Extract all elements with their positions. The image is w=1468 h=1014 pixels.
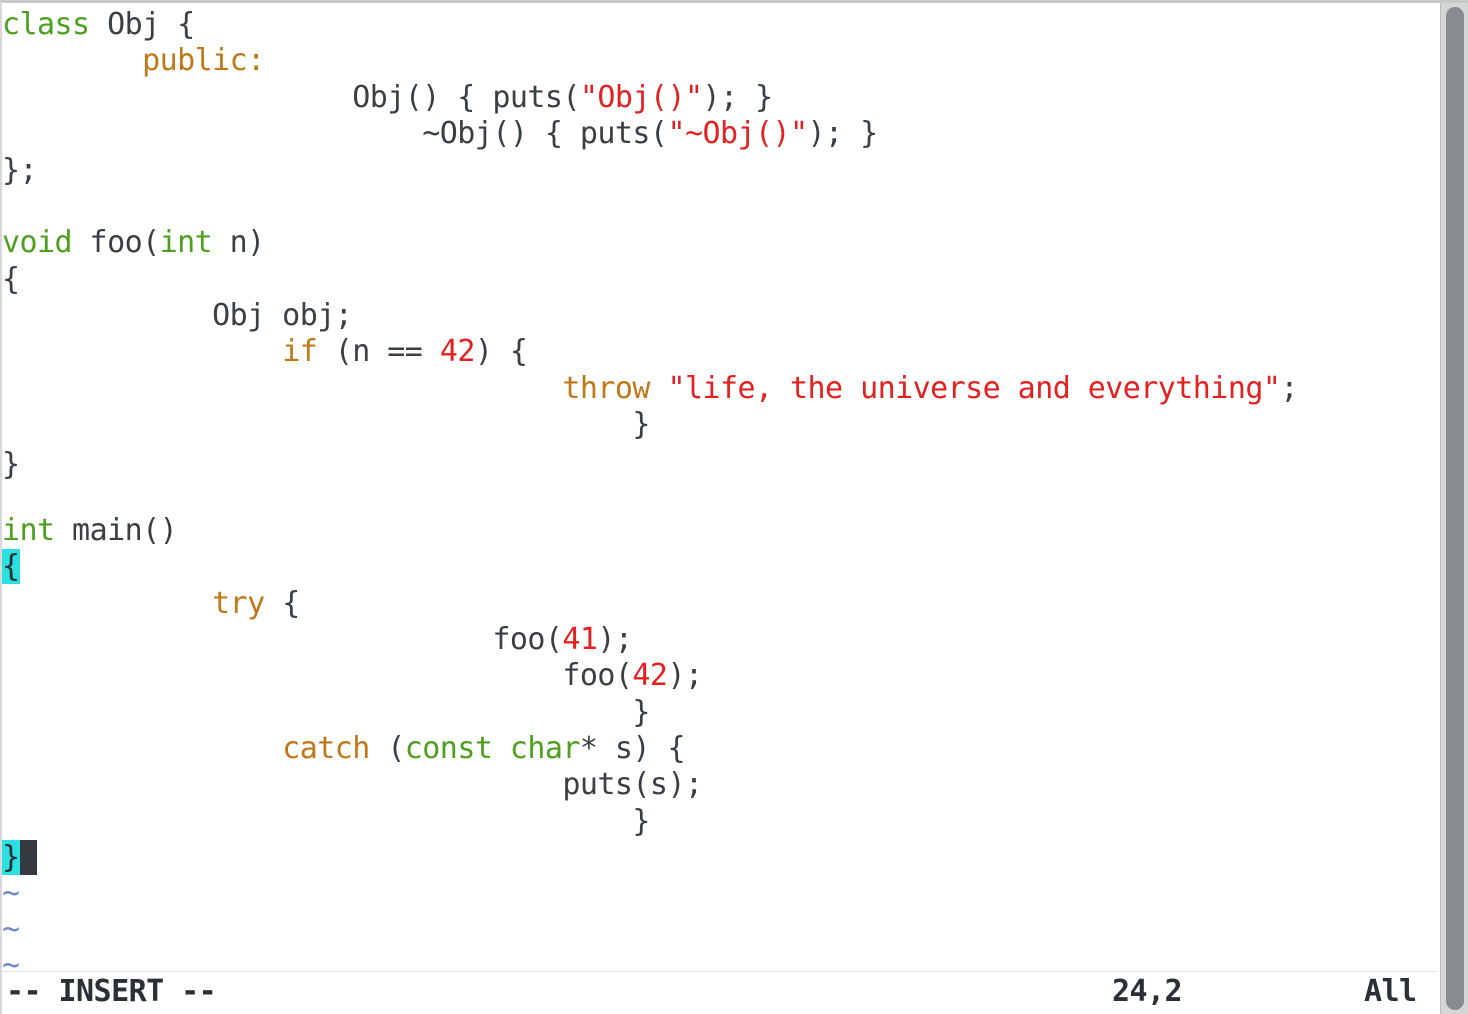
code-token: } [2, 407, 650, 442]
code-token: Obj obj; [2, 298, 353, 333]
text-cursor [19, 840, 38, 875]
code-line: puts(s); [2, 767, 703, 803]
matching-brace-highlight: } [2, 840, 20, 875]
vertical-scrollbar[interactable] [1440, 3, 1468, 1014]
code-token: foo( [2, 622, 563, 657]
code-line: int main() [2, 513, 178, 549]
status-scroll-percent: All [1364, 974, 1417, 1009]
vim-window: class Obj { public: Obj() { puts("Obj()"… [0, 0, 1468, 1014]
statement-keyword: throw [562, 371, 650, 406]
code-line: public: [2, 43, 265, 79]
status-mode-indicator: -- INSERT -- [6, 974, 217, 1009]
number-literal: 42 [439, 334, 476, 369]
status-cursor-position: 24,2 [1112, 974, 1183, 1009]
code-line: } [2, 447, 20, 483]
code-line: { [2, 549, 20, 585]
code-token: } [2, 447, 20, 482]
code-token: puts(s); [2, 767, 703, 802]
string-literal: "~Obj()" [667, 116, 808, 151]
code-token: } [2, 804, 650, 839]
code-line: foo(42); [2, 658, 703, 694]
code-token: ) { [474, 334, 528, 369]
string-literal: "life, the universe and everything" [667, 371, 1281, 406]
filler-tilde: ~ [2, 876, 20, 911]
code-token: ~Obj() { puts( [2, 116, 668, 151]
code-token: ); } [702, 80, 773, 115]
statement-keyword: if [282, 334, 318, 369]
code-token: foo( [72, 225, 161, 260]
code-token: n) [212, 225, 266, 260]
code-token: }; [2, 153, 38, 188]
type-keyword: class [2, 7, 90, 42]
statement-keyword: catch [282, 731, 370, 766]
number-literal: 42 [632, 658, 668, 693]
code-line: }; [2, 153, 38, 189]
filler-tilde: ~ [2, 912, 20, 947]
code-line: Obj obj; [2, 298, 353, 334]
code-token: * s) { [579, 731, 686, 766]
code-line: catch (const char* s) { [2, 731, 685, 767]
vertical-scrollbar-thumb[interactable] [1446, 7, 1464, 1010]
number-literal: 41 [562, 622, 598, 657]
statement-keyword: public [142, 43, 248, 78]
code-token: ; [1280, 371, 1298, 406]
code-line: Obj() { puts("Obj()"); } [2, 80, 773, 116]
code-line: } [2, 695, 650, 731]
code-line: } [2, 407, 650, 443]
code-line: void foo(int n) [2, 225, 265, 261]
code-token: (n == [317, 334, 440, 369]
matching-brace-highlight: { [2, 549, 20, 584]
code-line: { [2, 262, 20, 298]
code-token: { [2, 262, 20, 297]
type-keyword: int [2, 513, 55, 548]
code-token: main() [54, 513, 178, 548]
code-token: Obj() { puts( [2, 80, 580, 115]
status-line: -- INSERT -- 24,2 All [2, 971, 1436, 1014]
code-token: ); } [807, 116, 879, 151]
type-keyword: int [159, 225, 213, 260]
statement-keyword: : [247, 43, 265, 78]
code-token: Obj { [89, 7, 195, 42]
statement-keyword: try [212, 586, 265, 621]
code-line: } [2, 804, 650, 840]
type-keyword: const char [404, 731, 581, 766]
editor-text-area[interactable]: class Obj { public: Obj() { puts("Obj()"… [2, 3, 1436, 975]
code-line: if (n == 42) { [2, 334, 528, 370]
code-line: try { [2, 586, 300, 622]
code-token: } [2, 695, 650, 730]
code-token: ); [597, 622, 633, 657]
string-literal: "Obj()" [579, 80, 703, 115]
code-line: } [2, 840, 38, 876]
code-line: throw "life, the universe and everything… [2, 371, 1298, 407]
type-keyword: void [2, 225, 73, 260]
code-line: ~Obj() { puts("~Obj()"); } [2, 116, 878, 152]
code-token: foo( [2, 658, 633, 693]
code-token: { [264, 586, 300, 621]
code-line: class Obj { [2, 7, 195, 43]
code-line: foo(41); [2, 622, 633, 658]
code-token: ( [369, 731, 405, 766]
code-token: ); [667, 658, 703, 693]
